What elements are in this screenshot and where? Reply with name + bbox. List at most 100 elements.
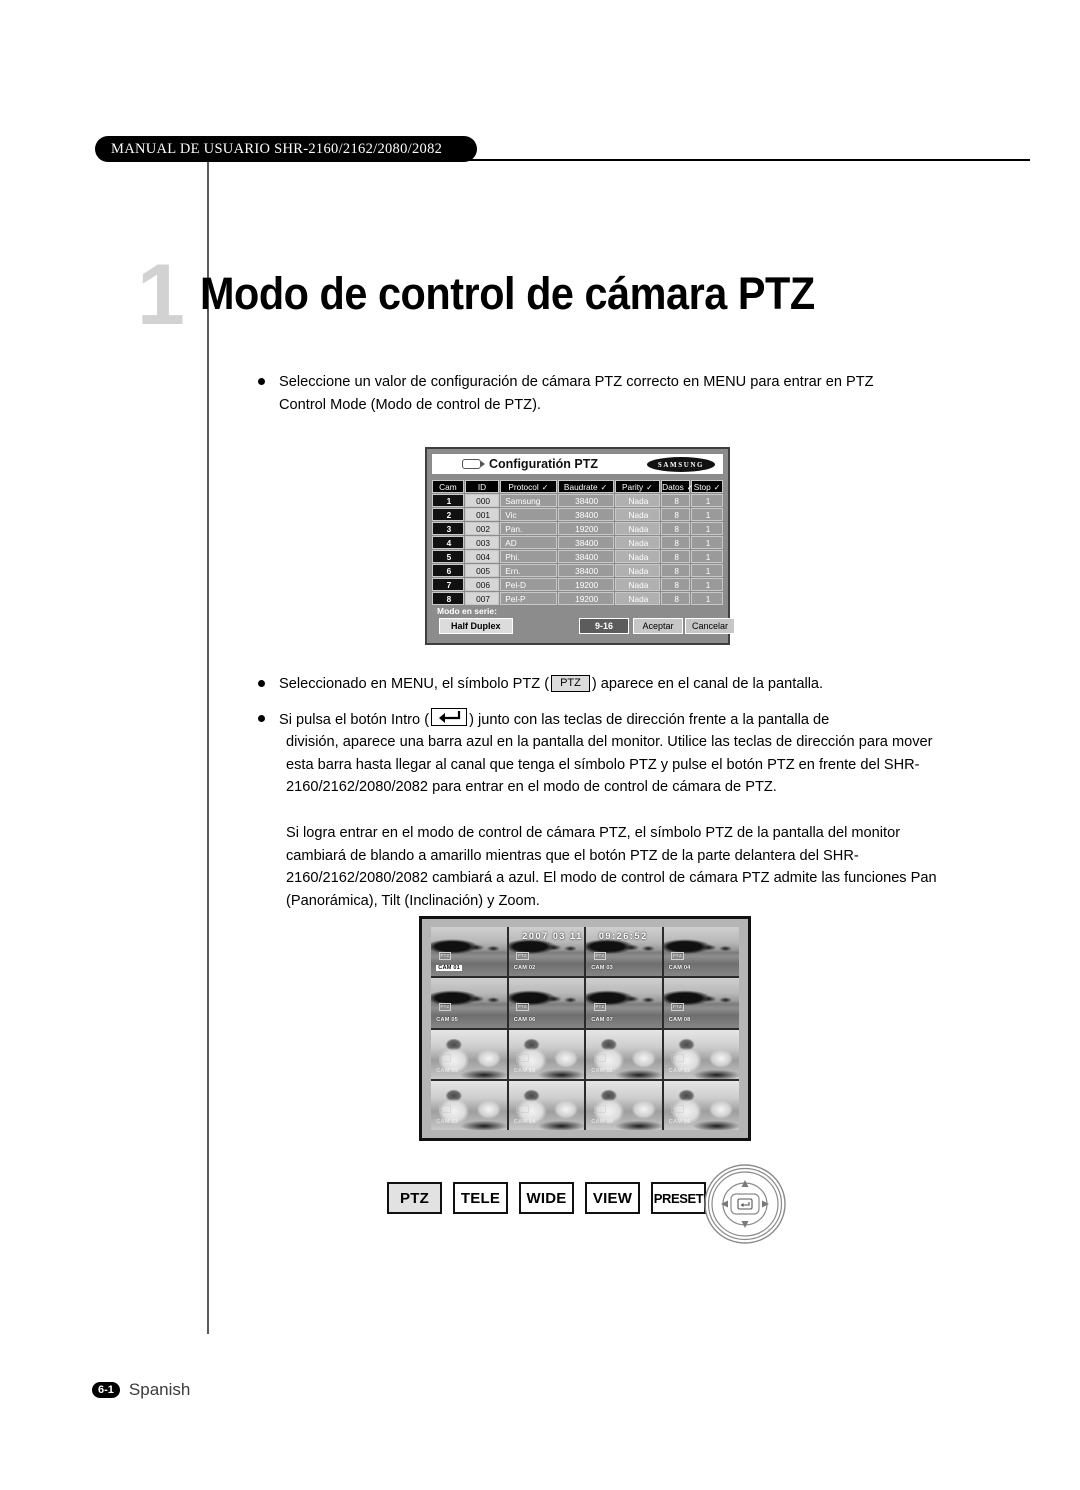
cell-id: 000: [464, 494, 500, 507]
checkmark-icon: ✓: [541, 482, 549, 492]
channel-label: CAM 14: [513, 1119, 536, 1126]
channel-cell[interactable]: PTZ CAM 05: [431, 978, 507, 1028]
table-row[interactable]: 4 003 AD 38400 Nada 8 1: [432, 536, 723, 549]
bullet-3-text: Si pulsa el botón Intro () junto con las…: [279, 708, 829, 732]
table-row[interactable]: 7 006 Pel-D 19200 Nada 8 1: [432, 578, 723, 591]
cell-parity: Nada: [614, 494, 661, 507]
channel-cell[interactable]: PTZ CAM 01: [431, 927, 507, 977]
column-label: Datos: [662, 481, 684, 492]
checkmark-icon: ✓: [713, 482, 721, 492]
channel-cell[interactable]: PTZ CAM 12: [663, 1029, 739, 1079]
bullet-item-3: Si pulsa el botón Intro () junto con las…: [258, 708, 918, 732]
cell-parity: Nada: [614, 522, 661, 535]
column-label: Baudrate: [563, 481, 598, 492]
cell-baudrate: 38400: [557, 550, 614, 563]
channel-cell[interactable]: PTZ CAM 15: [586, 1080, 662, 1130]
channel-label: CAM 13: [436, 1119, 458, 1126]
cell-datos: 8: [661, 536, 691, 549]
channel-cell[interactable]: PTZ CAM 14: [508, 1080, 584, 1130]
channel-cell[interactable]: PTZ CAM 07: [586, 978, 662, 1028]
channel-cell[interactable]: PTZ CAM 03: [586, 927, 662, 977]
cancel-button[interactable]: Cancelar: [685, 618, 735, 634]
table-row[interactable]: 3 002 Pan. 19200 Nada 8 1: [432, 522, 723, 535]
ptz-osd-icon: PTZ: [593, 1105, 607, 1114]
chapter-number: 1: [137, 247, 185, 343]
serial-mode-label: Modo en serie:: [437, 606, 497, 616]
cell-datos: 8: [661, 550, 691, 563]
paragraph-1: división, aparece una barra azul en la p…: [286, 734, 933, 796]
bullet-item-1: Seleccione un valor de configuración de …: [258, 371, 898, 416]
channel-cell[interactable]: PTZ CAM 11: [586, 1029, 662, 1079]
ptz-osd-icon: PTZ: [438, 1002, 452, 1011]
accept-button[interactable]: Aceptar: [633, 618, 683, 634]
channel-cell[interactable]: PTZ CAM 16: [663, 1080, 739, 1130]
footer-language-label: Spanish: [128, 1380, 191, 1399]
ptz-osd-icon: PTZ: [516, 1105, 529, 1114]
bullet-item-2: Seleccionado en MENU, el símbolo PTZ (PT…: [258, 673, 908, 696]
table-row[interactable]: 8 007 Pel-P 19200 Nada 8 1: [432, 592, 723, 605]
enter-key-icon: [431, 708, 468, 726]
cell-parity: Nada: [614, 550, 661, 563]
column-header-baudrate[interactable]: Baudrate ✓: [557, 480, 614, 493]
cell-cam: 8: [432, 592, 464, 605]
column-header-stop[interactable]: Stop ✓: [691, 480, 723, 493]
tele-button[interactable]: TELE: [453, 1182, 508, 1214]
column-header-id: ID: [464, 480, 500, 493]
channel-cell[interactable]: PTZ CAM 09: [431, 1029, 507, 1079]
cell-parity: Nada: [614, 564, 661, 577]
channel-cell[interactable]: PTZ CAM 04: [663, 927, 739, 977]
monitor-screen-grid: 2007 03 11 09:26:52 PTZ CAM 01 PTZ CAM 02 P…: [431, 927, 739, 1130]
cell-stop: 1: [691, 550, 723, 563]
ptz-osd-icon: PTZ: [671, 1054, 684, 1063]
channel-cell[interactable]: PTZ CAM 13: [431, 1080, 507, 1130]
column-header-parity[interactable]: Parity ✓: [614, 480, 661, 493]
bullet-1-text: Seleccione un valor de configuración de …: [279, 371, 898, 416]
table-row[interactable]: 2 001 Vic 38400 Nada 8 1: [432, 508, 723, 521]
column-header-protocol[interactable]: Protocol ✓: [500, 480, 557, 493]
table-row[interactable]: 1 000 Samsung 38400 Nada 8 1: [432, 494, 723, 507]
bullet-2-prefix: Seleccionado en MENU, el símbolo PTZ (: [279, 676, 550, 692]
cell-baudrate: 19200: [557, 592, 614, 605]
table-row[interactable]: 6 005 Ern. 38400 Nada 8 1: [432, 564, 723, 577]
direction-pad[interactable]: [697, 1163, 793, 1246]
cell-baudrate: 19200: [557, 578, 614, 591]
cell-parity: Nada: [614, 578, 661, 591]
page-title: Modo de control de cámara PTZ: [200, 268, 815, 319]
cell-protocol: Pan.: [500, 522, 557, 535]
cell-stop: 1: [691, 564, 723, 577]
samsung-logo-text: SAMSUNG: [657, 460, 705, 469]
serial-mode-value[interactable]: Half Duplex: [439, 618, 513, 634]
cell-baudrate: 38400: [557, 494, 614, 507]
column-label: Parity: [621, 481, 644, 492]
cell-datos: 8: [661, 592, 691, 605]
channel-cell[interactable]: PTZ CAM 10: [508, 1029, 584, 1079]
cell-cam: 4: [432, 536, 464, 549]
cell-datos: 8: [661, 564, 691, 577]
ptz-button[interactable]: PTZ: [387, 1182, 442, 1214]
channel-label: CAM 01: [436, 965, 462, 972]
column-label: Cam: [439, 481, 457, 492]
cell-baudrate: 38400: [557, 564, 614, 577]
cell-parity: Nada: [614, 592, 661, 605]
bullet-2-text: Seleccionado en MENU, el símbolo PTZ (PT…: [279, 673, 823, 696]
channel-label: CAM 12: [668, 1067, 691, 1074]
column-header-datos[interactable]: Datos ✓: [661, 480, 693, 493]
ptz-table-body: 1 000 Samsung 38400 Nada 8 1 2 001 Vic 38400 Nada 8…: [432, 494, 723, 605]
range-toggle-button[interactable]: 9-16: [579, 618, 629, 634]
channel-label: CAM 11: [591, 1067, 613, 1074]
view-button[interactable]: VIEW: [585, 1182, 640, 1214]
wide-button[interactable]: WIDE: [519, 1182, 574, 1214]
table-row[interactable]: 5 004 Phi. 38400 Nada 8 1: [432, 550, 723, 563]
cell-protocol: Phi.: [500, 550, 557, 563]
ptz-osd-icon: PTZ: [671, 951, 684, 960]
channel-cell[interactable]: PTZ CAM 08: [663, 978, 739, 1028]
cell-protocol: Samsung: [500, 494, 557, 507]
channel-cell[interactable]: PTZ CAM 06: [508, 978, 584, 1028]
channel-label: CAM 15: [591, 1119, 613, 1126]
cell-parity: Nada: [614, 536, 661, 549]
cell-cam: 3: [432, 522, 464, 535]
cell-protocol: Pel-P: [500, 592, 557, 605]
checkmark-icon: ✓: [686, 482, 694, 492]
header-rule: [455, 159, 1030, 161]
channel-cell[interactable]: PTZ CAM 02: [508, 927, 584, 977]
